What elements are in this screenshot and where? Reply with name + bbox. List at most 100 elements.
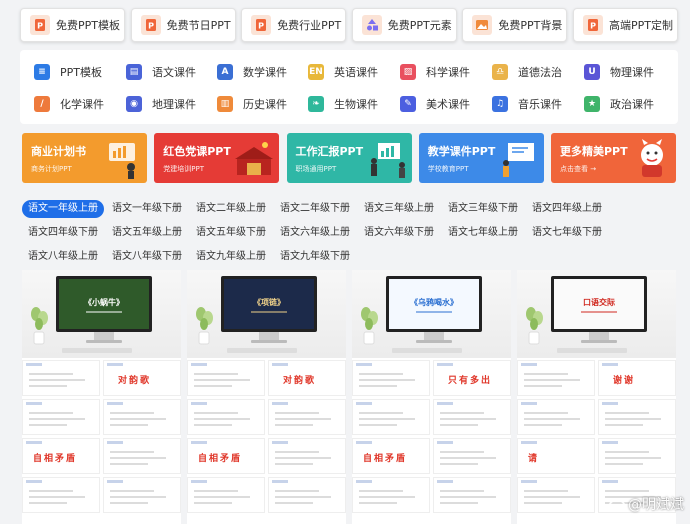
slide-thumbnail xyxy=(598,399,676,435)
next-row-cards xyxy=(22,514,676,524)
plant-decoration xyxy=(31,307,48,345)
template-card[interactable]: 《乌鸦喝水》 只有多出 自相矛盾 xyxy=(352,270,511,514)
grade-tab[interactable]: 语文二年级上册 xyxy=(196,200,266,218)
slide-thumbnail xyxy=(352,399,430,435)
keyboard xyxy=(62,348,132,353)
subject-link[interactable]: ▨ 科学课件 xyxy=(400,64,470,80)
banner-illustration xyxy=(366,137,408,179)
topnav-button[interactable]: 免费PPT元素 xyxy=(351,8,457,42)
weibo-icon xyxy=(609,499,625,511)
category-banner[interactable]: 工作汇报PPT 职场通用PPT xyxy=(286,133,412,183)
subject-link[interactable]: ▤ 语文课件 xyxy=(126,64,196,80)
category-banner[interactable]: 更多精美PPT 点击查看 → xyxy=(551,133,676,183)
category-banner[interactable]: 红色党课PPT 党建培训PPT xyxy=(154,133,280,183)
grade-tab[interactable]: 语文五年级下册 xyxy=(196,224,266,242)
template-card[interactable]: 《项链》 对韵歌 自相矛盾 xyxy=(187,270,346,514)
subject-link[interactable]: ♫ 音乐课件 xyxy=(492,96,562,112)
template-card[interactable] xyxy=(517,514,676,524)
template-card[interactable]: 《小蜗牛》对韵歌自相矛盾 xyxy=(22,270,181,514)
scale-icon: ♎ xyxy=(492,64,508,80)
tube-icon: ∕ xyxy=(34,96,50,112)
monitor-base xyxy=(251,340,287,343)
subject-link[interactable]: EN 英语课件 xyxy=(308,64,378,80)
template-card[interactable] xyxy=(187,514,346,524)
grade-tab[interactable]: 语文一年级下册 xyxy=(112,200,182,218)
subject-label: 语文课件 xyxy=(152,66,196,79)
screen-title: 《乌鸦喝水》 xyxy=(410,298,458,307)
banner-title: 商业计划书 xyxy=(31,145,86,158)
screen-title: 口语交际 xyxy=(583,298,615,307)
banner-title: 教学课件PPT xyxy=(427,145,496,158)
grade-tab[interactable]: 语文四年级下册 xyxy=(28,224,98,242)
thumb-text: 请 xyxy=(528,454,540,464)
subject-label: 音乐课件 xyxy=(518,98,562,111)
grade-tab-active[interactable]: 语文一年级上册 xyxy=(22,200,104,218)
grade-tab[interactable]: 语文九年级上册 xyxy=(196,248,266,266)
grade-tab[interactable]: 语文五年级上册 xyxy=(112,224,182,242)
scroll-icon: ▥ xyxy=(217,96,233,112)
monitor-base xyxy=(416,340,452,343)
subject-link[interactable]: ▥ 历史课件 xyxy=(217,96,287,112)
grade-tab[interactable]: 语文六年级上册 xyxy=(280,224,350,242)
grade-tab[interactable]: 语文七年级上册 xyxy=(448,224,518,242)
grade-tab[interactable]: 语文三年级下册 xyxy=(448,200,518,218)
banner-illustration xyxy=(630,137,672,179)
monitor-stand xyxy=(94,332,114,340)
grade-tab[interactable]: 语文九年级下册 xyxy=(280,248,350,266)
topnav-button[interactable]: P 免费节日PPT xyxy=(130,8,236,42)
banner-title: 红色党课PPT xyxy=(163,145,231,158)
subject-link[interactable]: ★ 政治课件 xyxy=(584,96,654,112)
banner-illustration xyxy=(233,137,275,179)
slide-thumbnail: 自相矛盾 xyxy=(22,438,100,474)
ppt-file-icon: P xyxy=(251,15,272,35)
topnav-button[interactable]: 免费PPT背景 xyxy=(462,8,568,42)
subject-link[interactable]: ✎ 美术课件 xyxy=(400,96,470,112)
grade-tab[interactable]: 语文二年级下册 xyxy=(280,200,350,218)
slide-thumbnail xyxy=(22,399,100,435)
category-banner[interactable]: 教学课件PPT 学校教育PPT xyxy=(418,133,544,183)
topnav-button[interactable]: P 免费PPT模板 xyxy=(20,8,125,42)
subject-link[interactable]: ◉ 地理课件 xyxy=(126,96,196,112)
banner-title: 更多精美PPT xyxy=(560,145,628,158)
screen-title: 《小蜗牛》 xyxy=(84,298,124,307)
topnav-label: 免费行业PPT xyxy=(277,19,342,32)
grade-tab[interactable]: 语文八年级下册 xyxy=(112,248,182,266)
template-card[interactable]: 口语交际 谢谢请 xyxy=(517,270,676,514)
subject-link[interactable]: ♎ 道德法治 xyxy=(492,64,562,80)
svg-text:P: P xyxy=(258,22,264,31)
slide-thumbnails: 对韵歌 自相矛盾 xyxy=(187,360,346,513)
subject-link[interactable]: U 物理课件 xyxy=(584,64,654,80)
globe-icon: ◉ xyxy=(126,96,142,112)
slide-thumbnail: 自相矛盾 xyxy=(352,438,430,474)
slide-thumbnail xyxy=(268,438,346,474)
slide-thumbnail: 自相矛盾 xyxy=(187,438,265,474)
subject-link[interactable]: ≡ PPT模板 xyxy=(34,64,102,80)
topnav-button[interactable]: P 免费行业PPT xyxy=(241,8,347,42)
topnav-button[interactable]: P 高端PPT定制 xyxy=(572,8,678,42)
shapes-icon xyxy=(361,15,382,35)
monitor-stand xyxy=(259,332,279,340)
subject-label: 政治课件 xyxy=(610,98,654,111)
subject-label: 历史课件 xyxy=(243,98,287,111)
grade-tab[interactable]: 语文六年级下册 xyxy=(364,224,434,242)
template-card[interactable] xyxy=(352,514,511,524)
grade-tab[interactable]: 语文八年级上册 xyxy=(28,248,98,266)
slide-thumbnail: 对韵歌 xyxy=(103,360,181,396)
monitor-mockup: 《乌鸦喝水》 xyxy=(386,276,482,332)
grade-tab[interactable]: 语文七年级下册 xyxy=(532,224,602,242)
subject-link[interactable]: ∕ 化学课件 xyxy=(34,96,104,112)
grade-tab[interactable]: 语文三年级上册 xyxy=(364,200,434,218)
topnav-label: 免费PPT模板 xyxy=(56,19,120,32)
template-card[interactable] xyxy=(22,514,181,524)
category-banner[interactable]: 商业计划书 商务计划PPT xyxy=(22,133,147,183)
slide-thumbnail xyxy=(187,477,265,513)
subject-link[interactable]: A 数学课件 xyxy=(217,64,287,80)
subject-label: PPT模板 xyxy=(60,66,102,79)
svg-text:P: P xyxy=(590,22,596,31)
slide-thumbnail xyxy=(268,477,346,513)
subject-label: 数学课件 xyxy=(243,66,287,79)
subject-link[interactable]: ❧ 生物课件 xyxy=(308,96,378,112)
grade-tab[interactable]: 语文四年级上册 xyxy=(532,200,602,218)
banner-illustration xyxy=(101,137,143,179)
ppt-file-icon: P xyxy=(30,15,50,35)
